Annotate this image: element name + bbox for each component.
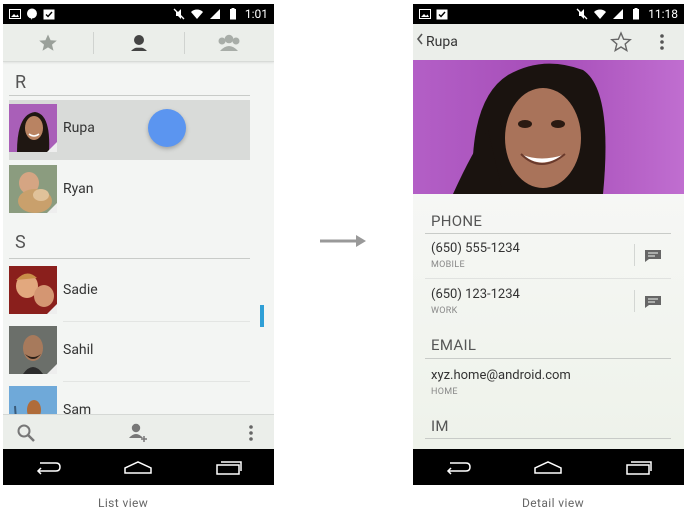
system-nav-bar	[413, 449, 684, 485]
home-button[interactable]	[123, 457, 153, 477]
back-icon	[447, 462, 471, 475]
phone-type: MOBILE	[431, 260, 465, 270]
phone-number[interactable]: (650) 123-1234	[431, 287, 520, 302]
tab-favorites[interactable]	[3, 24, 93, 62]
phone-type: WORK	[431, 306, 458, 316]
action-divider	[634, 290, 635, 312]
person-icon	[131, 35, 147, 51]
list-item-rupa[interactable]: Rupa	[9, 100, 250, 160]
contact-list[interactable]: R Rupa Ryan S Sadie Sahil Sam	[3, 62, 274, 414]
caption-detail-view: Detail view	[522, 496, 585, 510]
hangouts-notification-icon	[26, 8, 37, 20]
back-button[interactable]	[33, 457, 63, 477]
search-button[interactable]	[15, 422, 37, 444]
task-notification-icon	[43, 9, 55, 20]
fast-scroll-thumb[interactable]	[260, 305, 264, 327]
detail-view-phone: 11:18 Rupa PHONE (650) 555-1234 MOBILE (…	[413, 4, 684, 485]
section-header-im: IM	[431, 417, 449, 435]
image-notification-icon	[419, 9, 431, 19]
phone-number[interactable]: (650) 555-1234	[431, 241, 520, 256]
contact-name: Sahil	[63, 342, 94, 358]
tab-groups[interactable]	[184, 24, 274, 62]
back-icon	[37, 462, 61, 475]
contact-name: Rupa	[63, 120, 95, 136]
contact-title: Rupa	[426, 34, 458, 50]
section-divider	[9, 258, 250, 259]
status-time: 11:18	[648, 7, 678, 21]
group-icon	[218, 34, 240, 51]
avatar-rupa	[9, 104, 57, 152]
battery-icon	[633, 8, 640, 20]
battery-icon	[229, 8, 236, 20]
list-item-sahil[interactable]: Sahil	[9, 322, 250, 382]
home-button[interactable]	[533, 457, 563, 477]
transition-arrow-icon	[320, 235, 366, 247]
section-divider	[9, 95, 250, 96]
message-icon[interactable]	[644, 249, 662, 263]
detail-action-bar: Rupa	[413, 24, 684, 60]
up-navigation-button[interactable]	[416, 33, 424, 49]
contacts-tab-bar	[3, 24, 274, 62]
recents-icon	[626, 461, 652, 475]
contact-detail-panel: PHONE (650) 555-1234 MOBILE (650) 123-12…	[413, 194, 684, 449]
overflow-menu-icon	[249, 425, 253, 441]
overflow-menu-icon[interactable]	[656, 32, 668, 52]
wifi-icon	[190, 9, 203, 19]
section-divider	[425, 438, 671, 439]
item-divider	[425, 278, 671, 279]
email-type: HOME	[431, 387, 458, 397]
caption-list-view: List view	[98, 496, 149, 510]
avatar-sadie	[9, 266, 57, 314]
search-icon	[17, 424, 35, 442]
chevron-left-icon	[416, 33, 423, 45]
add-contact-icon	[129, 423, 147, 442]
overflow-menu-button[interactable]	[240, 422, 262, 444]
touch-indicator	[148, 109, 186, 147]
section-header-phone: PHONE	[431, 212, 483, 230]
contact-photo	[413, 60, 684, 194]
section-divider	[425, 358, 671, 359]
section-header-r: R	[15, 72, 27, 93]
home-icon	[534, 461, 563, 474]
mute-icon	[576, 8, 588, 20]
status-time: 1:01	[244, 7, 268, 21]
star-icon	[39, 34, 57, 51]
signal-icon	[613, 9, 624, 19]
list-view-phone: 1:01 R Rupa Ryan S Sadie Sahil Sam	[3, 4, 274, 485]
action-divider	[634, 244, 635, 266]
recents-icon	[216, 461, 242, 475]
list-item-ryan[interactable]: Ryan	[9, 161, 250, 221]
signal-icon	[209, 9, 220, 19]
avatar-sahil	[9, 326, 57, 374]
avatar-sam	[9, 386, 57, 414]
list-item-sadie[interactable]: Sadie	[9, 262, 250, 322]
bottom-action-bar	[3, 414, 274, 449]
section-header-email: EMAIL	[431, 336, 477, 354]
recents-button[interactable]	[624, 457, 654, 477]
section-divider	[425, 233, 671, 234]
back-button[interactable]	[443, 457, 473, 477]
add-contact-button[interactable]	[127, 422, 149, 444]
image-notification-icon	[9, 9, 21, 19]
contact-name: Ryan	[63, 181, 94, 197]
message-icon[interactable]	[644, 295, 662, 309]
status-bar: 1:01	[3, 4, 274, 24]
home-icon	[124, 461, 153, 474]
status-bar: 11:18	[413, 4, 684, 24]
favorite-star-icon[interactable]	[610, 31, 632, 53]
contact-name: Sam	[63, 402, 92, 414]
email-address[interactable]: xyz.home@android.com	[431, 368, 571, 383]
section-header-s: S	[15, 232, 26, 253]
wifi-icon	[594, 9, 607, 19]
task-notification-icon	[436, 9, 448, 20]
recents-button[interactable]	[214, 457, 244, 477]
mute-icon	[173, 8, 185, 20]
list-item-sam[interactable]: Sam	[9, 382, 250, 414]
system-nav-bar	[3, 449, 274, 485]
contact-name: Sadie	[63, 282, 98, 298]
tab-all-contacts[interactable]	[94, 24, 184, 62]
avatar-ryan	[9, 165, 57, 213]
